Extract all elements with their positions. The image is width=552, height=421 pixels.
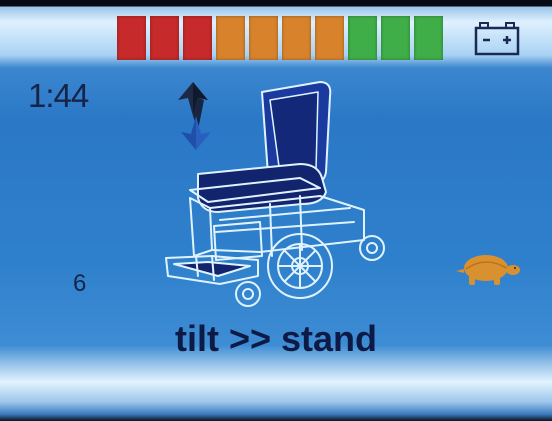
bottom-bar — [0, 368, 552, 415]
battery-segment — [348, 16, 377, 60]
turtle-icon — [456, 255, 520, 285]
battery-segment — [315, 16, 344, 60]
speed-level: 6 — [73, 270, 87, 297]
mode-label: tilt >> stand — [174, 318, 378, 359]
battery-icon — [474, 22, 520, 56]
status-bar — [0, 6, 552, 68]
battery-segment — [249, 16, 278, 60]
clock: 1:44 — [28, 77, 89, 114]
battery-segment — [381, 16, 410, 60]
battery-segment — [117, 16, 146, 60]
power-wheelchair-icon — [165, 81, 385, 307]
battery-segment — [414, 16, 443, 60]
display-screen: 1:44 6 tilt >> stand — [0, 0, 552, 421]
battery-gauge — [117, 16, 443, 60]
battery-segment — [183, 16, 212, 60]
battery-segment — [282, 16, 311, 60]
battery-segment — [150, 16, 179, 60]
battery-segment — [216, 16, 245, 60]
